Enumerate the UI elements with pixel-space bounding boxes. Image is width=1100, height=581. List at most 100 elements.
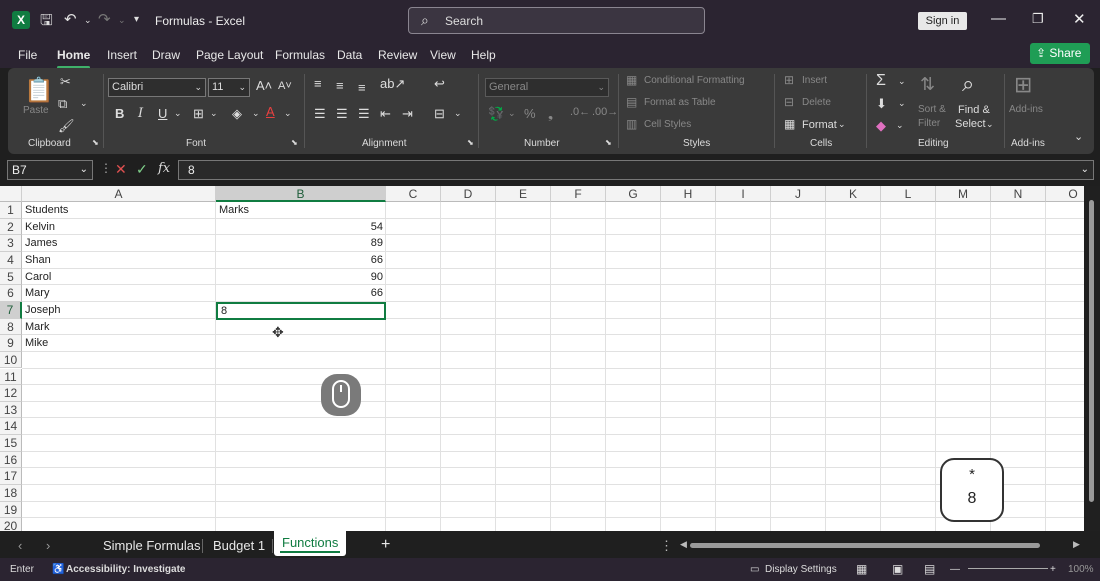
sheet-tab-simple-formulas[interactable]: Simple Formulas bbox=[103, 538, 201, 553]
row-header-3[interactable]: 3 bbox=[0, 235, 22, 252]
close-icon[interactable]: ✕ bbox=[1073, 10, 1086, 28]
column-header-c[interactable]: C bbox=[386, 186, 441, 202]
column-header-i[interactable]: I bbox=[716, 186, 771, 202]
clear-dropdown-icon[interactable]: ⌄ bbox=[896, 120, 904, 131]
row-header-4[interactable]: 4 bbox=[0, 251, 22, 269]
prev-sheet-icon[interactable]: ‹ bbox=[18, 538, 22, 553]
row-header-14[interactable]: 14 bbox=[0, 418, 22, 436]
vertical-scroll-thumb[interactable] bbox=[1089, 200, 1094, 502]
row-header-1[interactable]: 1 bbox=[0, 202, 22, 219]
zoom-out-icon[interactable]: — bbox=[950, 564, 960, 575]
row-header-7[interactable]: 7 bbox=[0, 301, 22, 319]
fill-dropdown-icon[interactable]: ⌄ bbox=[898, 98, 906, 109]
tab-help[interactable]: Help bbox=[471, 48, 496, 62]
add-ins-icon[interactable]: ⊞ bbox=[1014, 72, 1032, 98]
customize-toolbar-icon[interactable]: ▾ bbox=[134, 14, 139, 25]
redo-icon[interactable]: ↷ bbox=[98, 10, 111, 28]
scroll-right-icon[interactable]: ▶ bbox=[1073, 539, 1080, 550]
cell-b3[interactable]: 89 bbox=[219, 235, 383, 251]
font-color-icon[interactable]: A bbox=[266, 104, 275, 119]
sort-filter-label-1[interactable]: Sort & bbox=[918, 104, 946, 115]
row-header-19[interactable]: 19 bbox=[0, 501, 22, 519]
find-dropdown-icon[interactable]: ⌄ bbox=[986, 119, 994, 130]
format-as-table-icon[interactable]: ▤ bbox=[626, 95, 637, 109]
cell-a8[interactable]: Mark bbox=[25, 319, 213, 335]
borders-icon[interactable]: ⊞ bbox=[193, 106, 204, 122]
row-header-12[interactable]: 12 bbox=[0, 385, 22, 402]
row-header-8[interactable]: 8 bbox=[0, 318, 22, 336]
fill-icon[interactable]: ⬇ bbox=[876, 96, 887, 112]
page-break-view-icon[interactable]: ▤ bbox=[924, 562, 935, 576]
number-format-select[interactable]: General ⌄ bbox=[485, 78, 609, 97]
column-header-o[interactable]: O bbox=[1046, 186, 1084, 202]
save-icon[interactable]: 🖫 bbox=[40, 10, 53, 35]
active-cell-b7[interactable]: 8 bbox=[216, 302, 386, 320]
cell-a1[interactable]: Students bbox=[25, 202, 213, 218]
underline-icon[interactable]: U bbox=[158, 106, 167, 121]
align-top-icon[interactable]: ≡ bbox=[314, 76, 322, 91]
display-settings-button[interactable]: Display Settings bbox=[765, 564, 837, 575]
sort-filter-icon[interactable]: ⇅ bbox=[920, 74, 935, 95]
font-launcher-icon[interactable]: ⬊ bbox=[291, 138, 298, 147]
align-right-icon[interactable]: ☰ bbox=[358, 106, 370, 122]
cell-a6[interactable]: Mary bbox=[25, 285, 213, 301]
cancel-entry-icon[interactable]: ✕ bbox=[115, 161, 127, 178]
fill-color-icon[interactable]: ◈ bbox=[232, 106, 242, 122]
paste-label[interactable]: Paste bbox=[23, 105, 49, 116]
font-size-select[interactable]: 11 ⌄ bbox=[208, 78, 250, 97]
cell-styles-button[interactable]: Cell Styles bbox=[644, 119, 691, 130]
font-name-select[interactable]: Calibri ⌄ bbox=[108, 78, 206, 97]
accounting-dropdown-icon[interactable]: ⌄ bbox=[508, 108, 516, 119]
collapse-ribbon-icon[interactable]: ⌄ bbox=[1074, 130, 1083, 143]
accessibility-status[interactable]: Accessibility: Investigate bbox=[66, 564, 186, 575]
borders-dropdown-icon[interactable]: ⌄ bbox=[210, 108, 218, 119]
undo-dropdown-icon[interactable]: ⌄ bbox=[84, 15, 92, 26]
name-box[interactable]: B7 ⌄ bbox=[7, 160, 93, 180]
find-select-icon[interactable]: ⌕ bbox=[962, 71, 974, 97]
cut-icon[interactable]: ✂ bbox=[60, 74, 71, 90]
tab-review[interactable]: Review bbox=[378, 48, 417, 62]
wrap-text-icon[interactable]: ↩ bbox=[434, 76, 445, 92]
column-header-k[interactable]: K bbox=[826, 186, 881, 202]
paste-icon[interactable]: 📋 bbox=[24, 76, 54, 105]
tab-draw[interactable]: Draw bbox=[152, 48, 180, 62]
row-header-17[interactable]: 17 bbox=[0, 468, 22, 486]
tab-formulas[interactable]: Formulas bbox=[275, 48, 325, 62]
fill-color-dropdown-icon[interactable]: ⌄ bbox=[252, 108, 260, 119]
conditional-formatting-button[interactable]: Conditional Formatting bbox=[644, 75, 745, 86]
find-select-label-1[interactable]: Find & bbox=[958, 104, 990, 116]
column-header-g[interactable]: G bbox=[606, 186, 661, 202]
confirm-entry-icon[interactable]: ✓ bbox=[136, 161, 148, 178]
row-header-13[interactable]: 13 bbox=[0, 401, 22, 419]
sort-filter-label-2[interactable]: Filter bbox=[918, 118, 940, 129]
merge-center-icon[interactable]: ⊟ bbox=[434, 106, 445, 122]
clipboard-launcher-icon[interactable]: ⬊ bbox=[92, 138, 99, 147]
column-header-d[interactable]: D bbox=[441, 186, 496, 202]
insert-cells-icon[interactable]: ⊞ bbox=[784, 73, 794, 87]
minimize-icon[interactable]: — bbox=[991, 10, 1006, 27]
decrease-decimal-icon[interactable]: .00→ bbox=[592, 106, 618, 118]
format-painter-icon[interactable]: 🖌 bbox=[58, 118, 75, 134]
delete-cells-icon[interactable]: ⊟ bbox=[784, 95, 794, 109]
row-header-20[interactable]: 20 bbox=[0, 518, 22, 531]
cell-b2[interactable]: 54 bbox=[219, 219, 383, 235]
tab-home[interactable]: Home bbox=[57, 48, 91, 69]
accounting-format-icon[interactable]: 💱 bbox=[488, 106, 504, 122]
column-header-n[interactable]: N bbox=[991, 186, 1046, 202]
cell-a3[interactable]: James bbox=[25, 235, 213, 251]
column-header-f[interactable]: F bbox=[551, 186, 606, 202]
next-sheet-icon[interactable]: › bbox=[46, 538, 50, 553]
undo-icon[interactable]: ↶ bbox=[64, 10, 77, 28]
cell-b1[interactable]: Marks bbox=[219, 202, 383, 218]
cell-styles-icon[interactable]: ▥ bbox=[626, 117, 637, 131]
add-ins-button[interactable]: Add-ins bbox=[1009, 104, 1043, 115]
tab-file[interactable]: File bbox=[18, 48, 37, 62]
tab-options-icon[interactable]: ⋮ bbox=[660, 538, 673, 554]
zoom-level[interactable]: 100% bbox=[1068, 564, 1094, 575]
zoom-in-icon[interactable]: + bbox=[1050, 564, 1056, 575]
row-header-15[interactable]: 15 bbox=[0, 435, 22, 452]
find-select-label-2[interactable]: Select bbox=[955, 118, 986, 130]
normal-view-icon[interactable]: ▦ bbox=[856, 562, 867, 576]
column-header-m[interactable]: M bbox=[936, 186, 991, 202]
row-header-11[interactable]: 11 bbox=[0, 368, 22, 386]
